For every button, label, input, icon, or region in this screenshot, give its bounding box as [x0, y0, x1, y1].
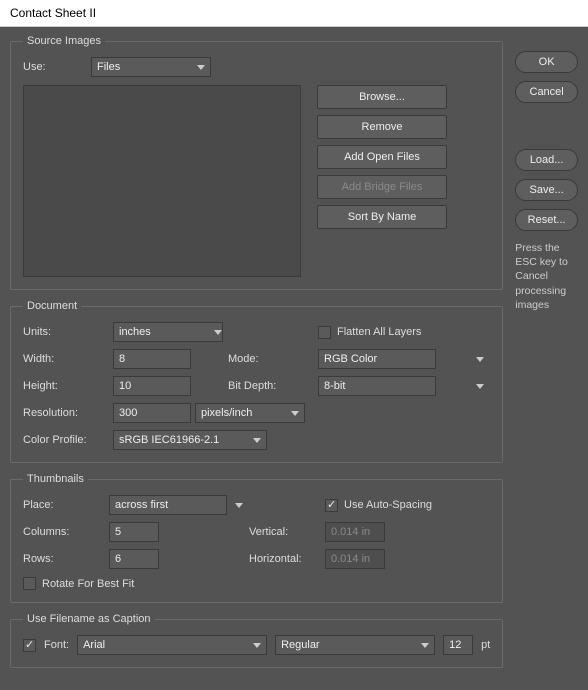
resolution-units-select[interactable]: pixels/inch — [195, 403, 305, 423]
font-size-unit: pt — [481, 639, 490, 651]
columns-input[interactable] — [109, 522, 159, 542]
document-group: Document Units: inches Flatten All Layer… — [10, 300, 503, 463]
font-label: Font: — [44, 639, 69, 651]
color-profile-label: Color Profile: — [23, 434, 113, 446]
source-images-group: Source Images Use: Files Browse... Remov… — [10, 35, 503, 290]
remove-button[interactable]: Remove — [317, 115, 447, 139]
esc-hint: Press the ESC key to Cancel processing i… — [515, 241, 578, 312]
font-style-select[interactable]: Regular — [275, 635, 435, 655]
source-images-legend: Source Images — [23, 35, 105, 47]
vertical-input — [325, 522, 385, 542]
rows-label: Rows: — [23, 553, 109, 565]
use-label: Use: — [23, 61, 83, 73]
height-input[interactable] — [113, 376, 191, 396]
width-input[interactable] — [113, 349, 191, 369]
resolution-input[interactable] — [113, 403, 191, 423]
thumbnails-legend: Thumbnails — [23, 473, 88, 485]
resolution-label: Resolution: — [23, 407, 113, 419]
place-select[interactable]: across first — [109, 495, 227, 515]
vertical-label: Vertical: — [249, 526, 325, 538]
mode-label: Mode: — [228, 353, 318, 365]
cancel-button[interactable]: Cancel — [515, 81, 578, 103]
font-size-input[interactable] — [443, 635, 473, 655]
horizontal-input — [325, 549, 385, 569]
add-bridge-files-button: Add Bridge Files — [317, 175, 447, 199]
bitdepth-label: Bit Depth: — [228, 380, 318, 392]
thumbnails-group: Thumbnails Place: across first Use Auto-… — [10, 473, 503, 603]
width-label: Width: — [23, 353, 113, 365]
color-profile-select[interactable]: sRGB IEC61966-2.1 — [113, 430, 267, 450]
caption-legend: Use Filename as Caption — [23, 613, 155, 625]
add-open-files-button[interactable]: Add Open Files — [317, 145, 447, 169]
height-label: Height: — [23, 380, 113, 392]
font-family-select[interactable]: Arial — [77, 635, 267, 655]
flatten-layers-checkbox[interactable]: Flatten All Layers — [318, 326, 490, 339]
load-button[interactable]: Load... — [515, 149, 578, 171]
caption-enable-checkbox[interactable] — [23, 639, 36, 652]
caption-group: Use Filename as Caption Font: Arial Regu… — [10, 613, 503, 668]
units-label: Units: — [23, 326, 113, 338]
sort-by-name-button[interactable]: Sort By Name — [317, 205, 447, 229]
document-legend: Document — [23, 300, 81, 312]
mode-select[interactable]: RGB Color — [318, 349, 436, 369]
bitdepth-select[interactable]: 8-bit — [318, 376, 436, 396]
rotate-best-fit-checkbox[interactable]: Rotate For Best Fit — [23, 577, 490, 590]
window-title: Contact Sheet II — [0, 0, 588, 27]
units-select[interactable]: inches — [113, 322, 223, 342]
place-label: Place: — [23, 499, 109, 511]
use-select[interactable]: Files — [91, 57, 211, 77]
ok-button[interactable]: OK — [515, 51, 578, 73]
auto-spacing-checkbox[interactable]: Use Auto-Spacing — [325, 499, 490, 512]
rows-input[interactable] — [109, 549, 159, 569]
browse-button[interactable]: Browse... — [317, 85, 447, 109]
columns-label: Columns: — [23, 526, 109, 538]
reset-button[interactable]: Reset... — [515, 209, 578, 231]
source-file-list[interactable] — [23, 85, 301, 277]
save-button[interactable]: Save... — [515, 179, 578, 201]
horizontal-label: Horizontal: — [249, 553, 325, 565]
